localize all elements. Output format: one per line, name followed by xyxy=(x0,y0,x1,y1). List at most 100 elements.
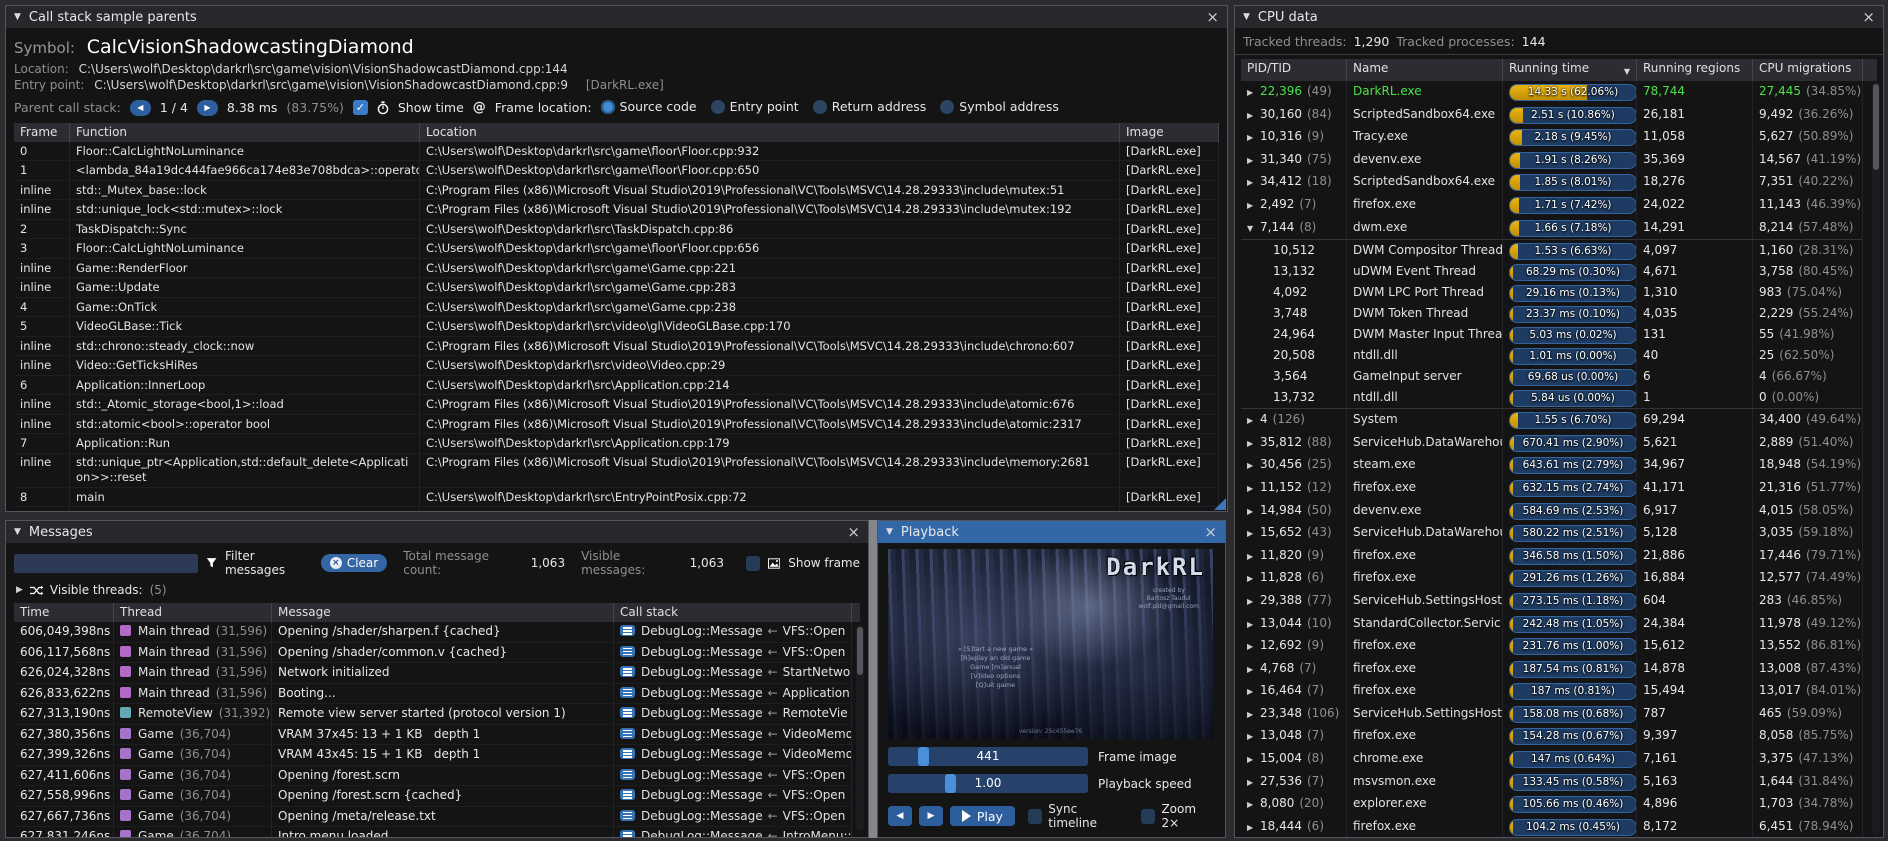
message-row[interactable]: 627,831,246nsGame(36,704)Intro menu load… xyxy=(14,827,860,838)
expand-icon[interactable]: ▶ xyxy=(1247,683,1260,702)
callstack-table-row[interactable]: inlinestd::unique_ptr<Application,std::d… xyxy=(14,454,1219,488)
message-callstack-cell[interactable]: DebugLog::Message←VFS::Open xyxy=(614,643,852,664)
cpu-process-row[interactable]: ▶8,080(20)explorer.exe105.66 ms (0.46%)4… xyxy=(1241,793,1877,816)
message-row[interactable]: 606,049,398nsMain thread(31,596)Opening … xyxy=(14,622,860,643)
column-header[interactable]: Name xyxy=(1347,59,1503,81)
filter-input[interactable] xyxy=(14,554,198,573)
close-icon[interactable]: × xyxy=(1862,10,1875,24)
collapse-icon[interactable]: ▼ xyxy=(886,527,893,537)
callstack-list-icon[interactable] xyxy=(620,728,635,739)
message-callstack-cell[interactable]: DebugLog::Message←VideoMemo xyxy=(614,745,852,766)
expand-icon[interactable]: ▶ xyxy=(1247,197,1260,216)
callstack-list-icon[interactable] xyxy=(620,830,635,838)
column-header[interactable]: Thread xyxy=(114,603,272,622)
cpu-titlebar[interactable]: ▼ CPU data × xyxy=(1235,6,1883,28)
callstack-list-icon[interactable] xyxy=(620,646,635,657)
frame-location-radio-symbol-address[interactable]: Symbol address xyxy=(940,99,1059,114)
callstack-table-row[interactable]: inlinestd::unique_lock<std::mutex>::lock… xyxy=(14,200,1219,220)
cpu-process-row[interactable]: ▶4(126)System1.55 s (6.70%)69,29434,400(… xyxy=(1241,409,1877,432)
cpu-process-row[interactable]: ▶31,340(75)devenv.exe1.91 s (8.26%)35,36… xyxy=(1241,149,1877,172)
collapse-icon[interactable]: ▼ xyxy=(1243,12,1250,22)
expand-icon[interactable]: ▶ xyxy=(1247,796,1260,815)
message-callstack-cell[interactable]: DebugLog::Message←VFS::Open xyxy=(614,766,852,787)
callstack-table-row[interactable]: inlinestd::_Mutex_base::lockC:\Program F… xyxy=(14,181,1219,201)
expand-icon[interactable]: ▶ xyxy=(1247,412,1260,431)
column-header[interactable]: Location xyxy=(420,123,1120,142)
column-header[interactable]: Call stack xyxy=(614,603,852,622)
expand-icon[interactable]: ▶ xyxy=(1247,638,1260,657)
callstack-list-icon[interactable] xyxy=(620,810,635,821)
collapse-icon[interactable]: ▼ xyxy=(14,527,21,537)
expand-icon[interactable]: ▶ xyxy=(1247,819,1260,838)
cpu-process-row[interactable]: ▶11,828(6)firefox.exe291.26 ms (1.26%)16… xyxy=(1241,567,1877,590)
column-header[interactable]: Time xyxy=(14,603,114,622)
cpu-thread-row[interactable]: 10,512DWM Compositor Thread1.53 s (6.63%… xyxy=(1241,239,1877,261)
callstack-table-row[interactable]: inlineVideo::GetTicksHiResC:\Users\wolf\… xyxy=(14,356,1219,376)
messages-titlebar[interactable]: ▼ Messages × xyxy=(6,521,868,543)
expand-icon[interactable]: ▶ xyxy=(1247,152,1260,171)
cpu-process-row[interactable]: ▶15,652(43)ServiceHub.DataWarehou580.22 … xyxy=(1241,522,1877,545)
collapse-icon[interactable]: ▼ xyxy=(14,12,21,22)
expand-icon[interactable]: ▶ xyxy=(1247,706,1260,725)
frame-location-radio-return-address[interactable]: Return address xyxy=(813,99,927,114)
expand-icon[interactable]: ▶ xyxy=(1247,435,1260,454)
frame-slider[interactable]: 441 xyxy=(888,747,1088,766)
collapse-icon[interactable]: ▼ xyxy=(1247,220,1260,239)
show-time-checkbox[interactable]: ✓ xyxy=(353,100,368,115)
cpu-thread-row[interactable]: 13,132uDWM Event Thread68.29 ms (0.30%)4… xyxy=(1241,261,1877,282)
callstack-table-row[interactable]: 6Application::InnerLoopC:\Users\wolf\Des… xyxy=(14,376,1219,396)
expand-icon[interactable]: ▶ xyxy=(1247,570,1260,589)
cpu-process-row[interactable]: ▶23,348(106)ServiceHub.SettingsHost158.0… xyxy=(1241,703,1877,726)
column-header[interactable]: Running time▼ xyxy=(1503,59,1637,81)
cpu-process-row[interactable]: ▶10,316(9)Tracy.exe2.18 s (9.45%)11,0585… xyxy=(1241,126,1877,149)
callstack-table-row[interactable]: 5VideoGLBase::TickC:\Users\wolf\Desktop\… xyxy=(14,317,1219,337)
cpu-process-row[interactable]: ▶4,768(7)firefox.exe187.54 ms (0.81%)14,… xyxy=(1241,658,1877,681)
cpu-process-row[interactable]: ▶2,492(7)firefox.exe1.71 s (7.42%)24,022… xyxy=(1241,194,1877,217)
expand-icon[interactable]: ▶ xyxy=(1247,548,1260,567)
messages-scrollbar[interactable] xyxy=(856,625,864,831)
expand-icon[interactable]: ▶ xyxy=(1247,728,1260,747)
column-header[interactable]: PID/TID xyxy=(1241,59,1347,81)
message-row[interactable]: 606,117,568nsMain thread(31,596)Opening … xyxy=(14,643,860,664)
callstack-table-row[interactable]: 3Floor::CalcLightNoLuminanceC:\Users\wol… xyxy=(14,239,1219,259)
column-header[interactable]: Function xyxy=(70,123,420,142)
callstack-list-icon[interactable] xyxy=(620,769,635,780)
next-parent-button[interactable]: ▶ xyxy=(197,100,218,116)
message-row[interactable]: 627,558,996nsGame(36,704)Opening /forest… xyxy=(14,786,860,807)
message-callstack-cell[interactable]: DebugLog::Message←VFS::Open xyxy=(614,786,852,807)
cpu-scrollbar[interactable] xyxy=(1872,82,1880,834)
column-header[interactable]: Image xyxy=(1120,123,1219,142)
callstack-list-icon[interactable] xyxy=(620,666,635,677)
expand-icon[interactable]: ▶ xyxy=(1247,616,1260,635)
cpu-process-row[interactable]: ▶13,048(7)firefox.exe154.28 ms (0.67%)9,… xyxy=(1241,725,1877,748)
callstack-list-icon[interactable] xyxy=(620,748,635,759)
cpu-thread-row[interactable]: 4,092DWM LPC Port Thread29.16 ms (0.13%)… xyxy=(1241,282,1877,303)
callstack-table-row[interactable]: inlineGame::RenderFloorC:\Users\wolf\Des… xyxy=(14,259,1219,279)
expand-icon[interactable]: ▶ xyxy=(1247,129,1260,148)
cpu-thread-row[interactable]: 20,508ntdll.dll1.01 ms (0.00%)4025(62.50… xyxy=(1241,345,1877,366)
message-row[interactable]: 627,380,356nsGame(36,704)VRAM 37x45: 13 … xyxy=(14,725,860,746)
prev-frame-button[interactable]: ◀ xyxy=(888,806,912,826)
callstack-table-row[interactable]: inlineinvoke_maind:\agent\_work\63\s\src… xyxy=(14,507,1219,512)
callstack-table-row[interactable]: 8mainC:\Users\wolf\Desktop\darkrl\src\En… xyxy=(14,488,1219,508)
callstack-table-row[interactable]: inlinestd::atomic<bool>::operator boolC:… xyxy=(14,415,1219,435)
cpu-process-row[interactable]: ▶15,004(8)chrome.exe147 ms (0.64%)7,1613… xyxy=(1241,748,1877,771)
expand-icon[interactable]: ▶ xyxy=(1247,593,1260,612)
speed-slider[interactable]: 1.00 xyxy=(888,774,1088,793)
message-callstack-cell[interactable]: DebugLog::Message←VFS::Open xyxy=(614,622,852,643)
message-row[interactable]: 627,399,326nsGame(36,704)VRAM 43x45: 15 … xyxy=(14,745,860,766)
clear-button[interactable]: × Clear xyxy=(321,554,387,572)
expand-icon[interactable]: ▶ xyxy=(1247,503,1260,522)
cpu-process-row[interactable]: ▶16,464(7)firefox.exe187 ms (0.81%)15,49… xyxy=(1241,680,1877,703)
callstack-table-row[interactable]: 1<lambda_84a19dc444fae966ca174e83e708bdc… xyxy=(14,161,1219,181)
column-header[interactable]: Running regions xyxy=(1637,59,1753,81)
playback-titlebar[interactable]: ▼ Playback × xyxy=(878,521,1225,543)
message-row[interactable]: 627,667,736nsGame(36,704)Opening /meta/r… xyxy=(14,807,860,828)
cpu-thread-row[interactable]: 3,748DWM Token Thread23.37 ms (0.10%)4,0… xyxy=(1241,303,1877,324)
cpu-process-row[interactable]: ▶35,812(88)ServiceHub.DataWarehou670.41 … xyxy=(1241,432,1877,455)
message-row[interactable]: 627,411,606nsGame(36,704)Opening /forest… xyxy=(14,766,860,787)
cpu-process-row[interactable]: ▶27,536(7)msvsmon.exe133.45 ms (0.58%)5,… xyxy=(1241,771,1877,794)
resize-grip-icon[interactable] xyxy=(1214,498,1226,510)
message-row[interactable]: 626,024,328nsMain thread(31,596)Network … xyxy=(14,663,860,684)
callstack-table-row[interactable]: 7Application::RunC:\Users\wolf\Desktop\d… xyxy=(14,434,1219,454)
